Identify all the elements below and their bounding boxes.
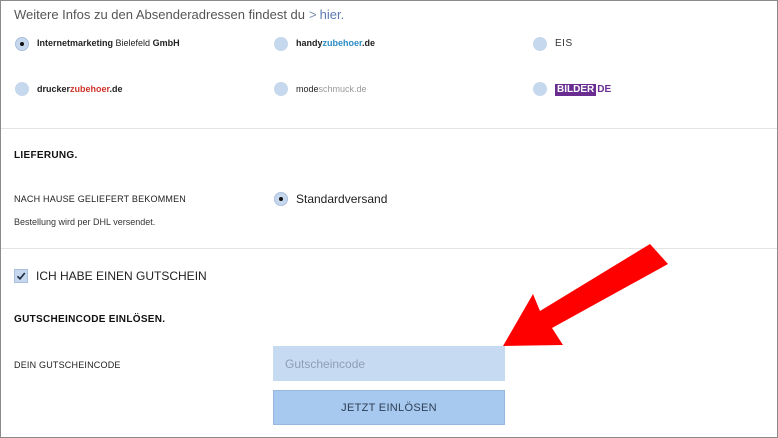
sender-label-handyzubehoer: handyzubehoer.de: [296, 38, 376, 48]
gutscheincode-field-label: DEIN GUTSCHEINCODE: [14, 360, 121, 370]
jetzt-einloesen-button[interactable]: JETZT EINLÖSEN: [273, 390, 505, 425]
sender-info-text: Weitere Infos zu den Absenderadressen fi…: [14, 7, 344, 22]
info-link[interactable]: hier.: [320, 7, 345, 22]
radio-druckerzubehoer[interactable]: [15, 82, 29, 96]
radio-handyzubehoer[interactable]: [274, 37, 288, 51]
gutscheincode-title: GUTSCHEINCODE EINLÖSEN.: [14, 314, 166, 325]
red-arrow-icon: [503, 244, 668, 346]
gutschein-checkbox[interactable]: [14, 269, 28, 283]
sender-label-modeschmuck: modeschmuck.de: [296, 84, 367, 94]
lieferung-subtext: Bestellung wird per DHL versendet.: [14, 217, 156, 227]
info-text: Weitere Infos zu den Absenderadressen fi…: [14, 7, 306, 22]
lieferung-label: NACH HAUSE GELIEFERT BEKOMMEN: [14, 194, 187, 204]
gutschein-checkbox-label: ICH HABE EINEN GUTSCHEIN: [36, 269, 207, 283]
sender-label-druckerzubehoer: druckerzubehoer.de: [37, 84, 123, 94]
sender-label-eis: EIS: [555, 38, 573, 49]
checkmark-icon: [16, 272, 26, 280]
gutscheincode-input[interactable]: [273, 346, 505, 381]
lieferung-title: LIEFERUNG.: [14, 150, 78, 161]
radio-eis[interactable]: [533, 37, 547, 51]
radio-standardversand[interactable]: [274, 192, 288, 206]
radio-modeschmuck[interactable]: [274, 82, 288, 96]
chevron-right-icon: >: [309, 7, 317, 22]
bilder-de-logo: BILDER DE: [555, 84, 612, 96]
standardversand-label: Standardversand: [296, 192, 388, 206]
radio-internetmarketing[interactable]: [15, 37, 29, 51]
radio-bilder[interactable]: [533, 82, 547, 96]
sender-label-internetmarketing: Internetmarketing Bielefeld GmbH: [37, 38, 180, 48]
section-divider: [1, 128, 777, 129]
